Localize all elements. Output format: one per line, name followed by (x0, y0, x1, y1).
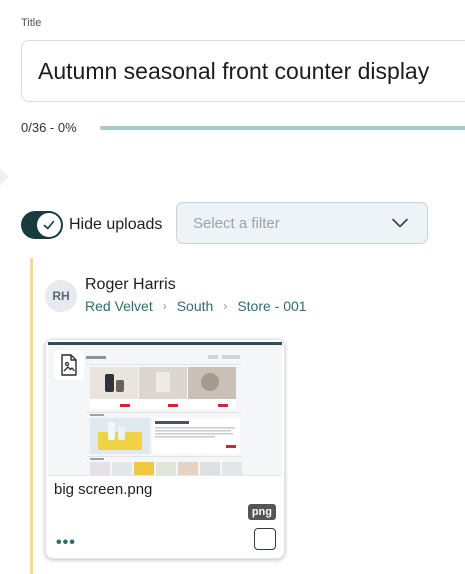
title-label: Title (21, 17, 42, 29)
left-edge-notch (0, 167, 9, 187)
chevron-down-icon (392, 218, 408, 228)
filter-placeholder: Select a filter (193, 215, 280, 232)
file-card[interactable]: big screen.png png ••• (45, 339, 285, 559)
image-file-icon (54, 350, 84, 380)
breadcrumb-item[interactable]: South (177, 298, 214, 314)
title-field[interactable]: Autumn seasonal front counter display (21, 40, 465, 102)
breadcrumb: Red Velvet › South › Store - 001 (85, 298, 307, 314)
user-name: Roger Harris (85, 276, 176, 293)
select-checkbox[interactable] (254, 528, 276, 550)
avatar: RH (45, 280, 77, 312)
breadcrumb-item[interactable]: Store - 001 (237, 298, 306, 314)
filter-select[interactable]: Select a filter (176, 202, 428, 244)
chevron-right-icon: › (162, 299, 167, 313)
file-name: big screen.png (54, 481, 153, 498)
hide-uploads-toggle[interactable] (21, 211, 63, 239)
chevron-right-icon: › (223, 299, 228, 313)
title-value: Autumn seasonal front counter display (38, 58, 430, 84)
group-rail (30, 258, 33, 574)
file-thumbnail[interactable] (48, 342, 282, 476)
file-extension-badge: png (247, 504, 276, 520)
progress-text: 0/36 - 0% (21, 120, 77, 135)
thumbnail-top-bar (48, 342, 282, 345)
more-options-button[interactable]: ••• (56, 534, 76, 552)
breadcrumb-item[interactable]: Red Velvet (85, 298, 153, 314)
progress-bar (100, 126, 465, 130)
toggle-label[interactable]: Hide uploads (69, 216, 162, 234)
check-icon (43, 220, 55, 230)
toggle-knob (37, 213, 61, 237)
